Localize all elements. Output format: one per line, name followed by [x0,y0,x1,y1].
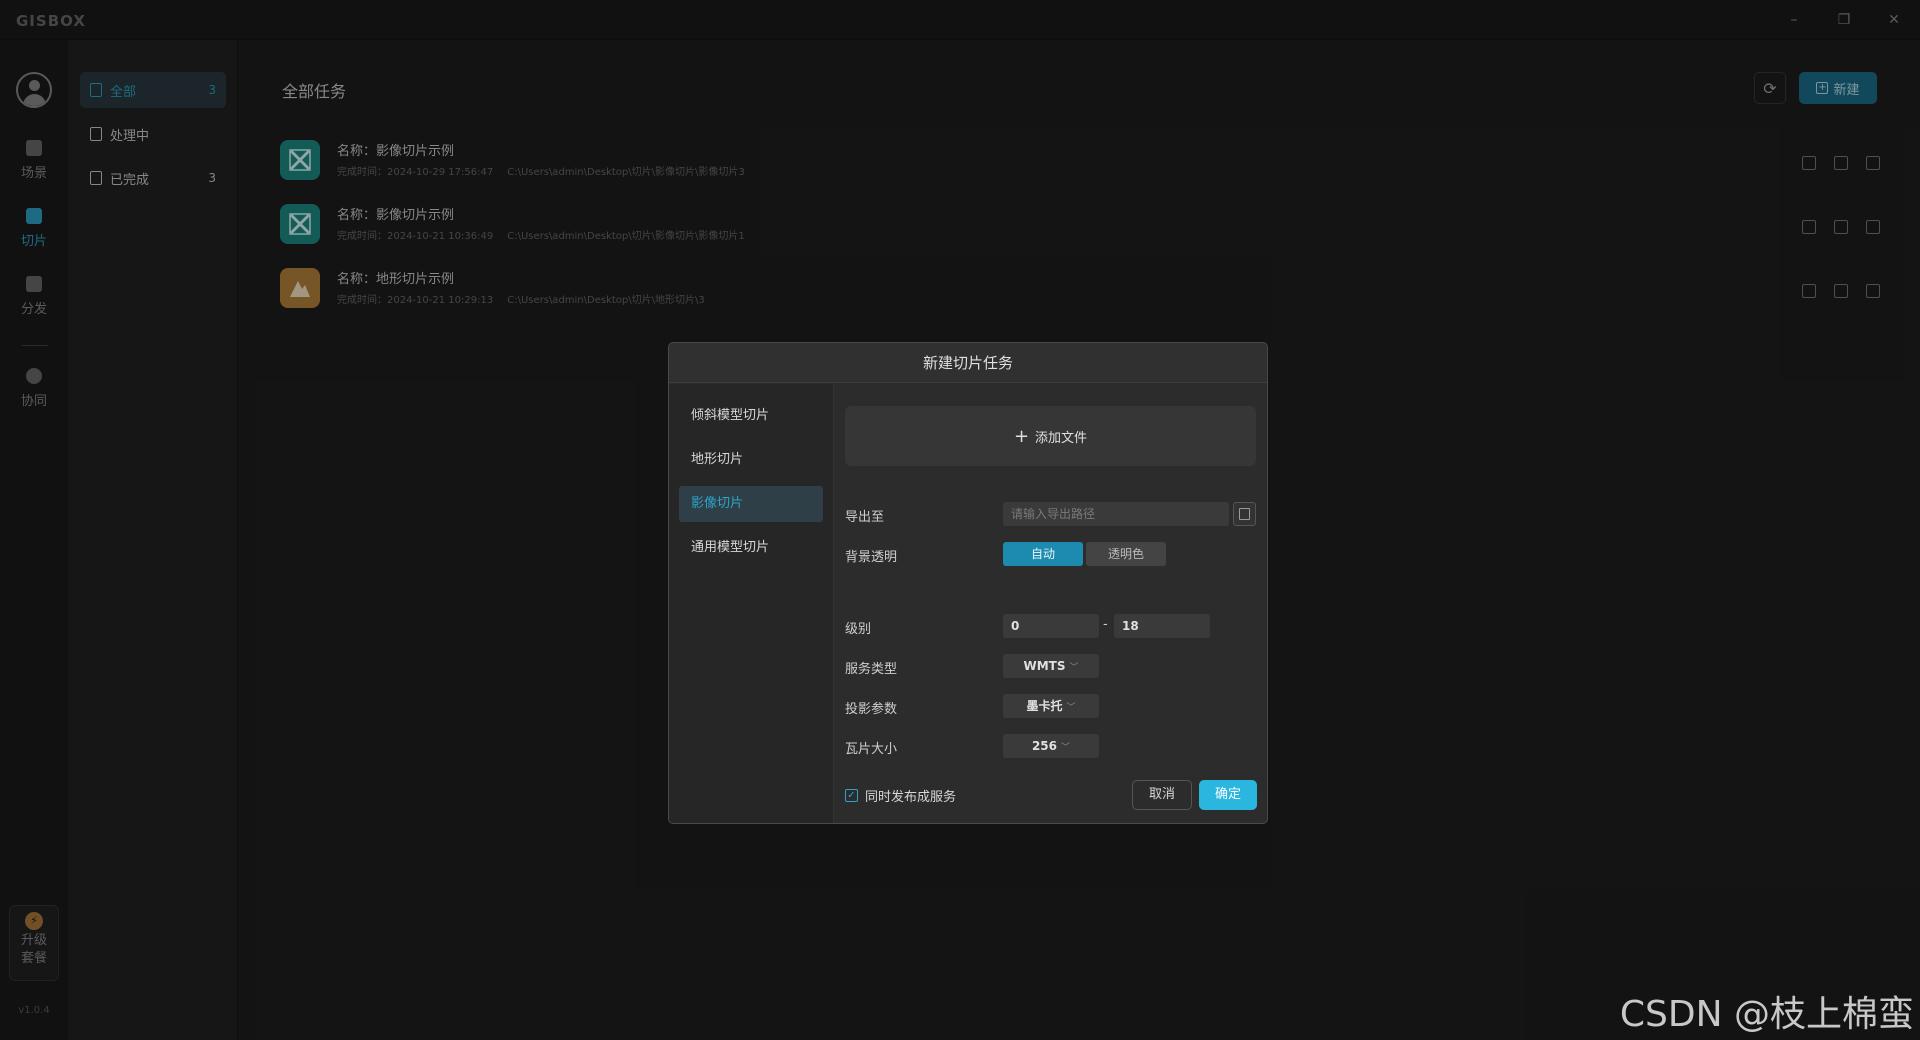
dialog-tab-list: 倾斜模型切片 地形切片 影像切片 通用模型切片 [669,384,834,823]
projection-value: 墨卡托 [1026,699,1063,713]
service-type-label: 服务类型 [845,662,898,677]
plus-icon: + [1013,425,1030,447]
range-dash: - [1103,617,1108,632]
watermark: CSDN @枝上棉蛮 [1619,994,1914,1035]
publish-service-label: 同时发布成服务 [865,790,957,805]
dialog-title: 新建切片任务 [669,343,1267,383]
service-type-select[interactable]: WMTS ﹀ [1003,654,1099,678]
level-label: 级别 [845,622,872,637]
tile-size-label: 瓦片大小 [845,742,898,757]
add-file-button[interactable]: + 添加文件 [845,406,1256,466]
export-label: 导出至 [845,510,885,525]
export-path-input[interactable] [1003,502,1229,526]
confirm-button[interactable]: 确定 [1199,780,1257,810]
level-max-input[interactable] [1114,614,1210,638]
add-file-label: 添加文件 [1035,430,1088,446]
publish-service-checkbox[interactable]: ✓ 同时发布成服务 [845,786,956,805]
tile-size-select[interactable]: 256 ﹀ [1003,734,1099,758]
browse-folder-button[interactable] [1233,502,1256,526]
bg-transparent-label: 背景透明 [845,550,898,565]
chevron-down-icon: ﹀ [1069,663,1079,673]
tab-general-model[interactable]: 通用模型切片 [679,530,823,566]
level-min-input[interactable] [1003,614,1099,638]
tab-terrain[interactable]: 地形切片 [679,442,823,478]
tab-image[interactable]: 影像切片 [679,486,823,522]
bg-color-option[interactable]: 透明色 [1086,542,1166,566]
projection-label: 投影参数 [845,702,898,717]
folder-icon [1239,508,1250,520]
dialog-form: + 添加文件 导出至 背景透明 自动 透明色 级别 - 服务类型 WMTS﹀ 投… [835,384,1267,823]
tile-size-value: 256 [1031,739,1058,753]
cancel-button[interactable]: 取消 [1132,780,1192,810]
checkbox-checked-icon: ✓ [845,789,858,802]
bg-auto-option[interactable]: 自动 [1003,542,1083,566]
chevron-down-icon: ﹀ [1066,703,1076,713]
service-type-value: WMTS [1023,659,1066,673]
new-tiling-task-dialog: 新建切片任务 倾斜模型切片 地形切片 影像切片 通用模型切片 + 添加文件 导出… [668,342,1268,824]
tab-oblique-model[interactable]: 倾斜模型切片 [679,398,823,434]
projection-select[interactable]: 墨卡托 ﹀ [1003,694,1099,718]
chevron-down-icon: ﹀ [1061,743,1071,753]
